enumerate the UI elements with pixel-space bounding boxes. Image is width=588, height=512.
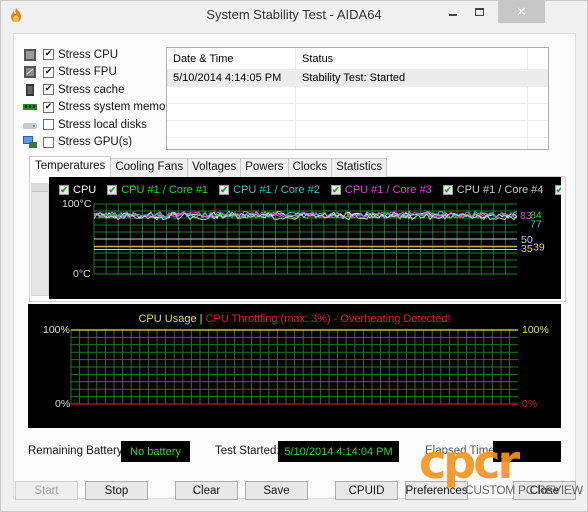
- cpuid-button[interactable]: CPUID: [335, 481, 398, 500]
- empty-row: [167, 87, 548, 104]
- stress-memory-label: Stress system memory: [58, 101, 175, 114]
- stress-fpu-checkbox[interactable]: ✔: [43, 66, 54, 78]
- close-icon: ✕: [516, 4, 527, 20]
- cpu-usage-chart: CPU Usage | CPU Throttling (max: 3%) - O…: [28, 304, 561, 428]
- maximize-icon: [474, 8, 484, 16]
- tab-cooling-fans[interactable]: Cooling Fans: [110, 158, 189, 177]
- close-button[interactable]: Close: [513, 481, 576, 500]
- temperature-chart: ✔ CPU ✔ CPU #1 / Core #1 ✔ CPU #1 / Core…: [49, 177, 561, 299]
- preferences-button[interactable]: Preferences: [405, 481, 468, 500]
- stress-cache-checkbox[interactable]: ✔: [43, 84, 54, 96]
- battery-label: Remaining Battery:: [28, 445, 126, 457]
- stress-memory-option[interactable]: ✔ Stress system memory: [23, 99, 175, 117]
- stress-gpu-option[interactable]: Stress GPU(s): [23, 134, 168, 152]
- disk-drive-icon: [23, 122, 37, 129]
- stress-disks-label: Stress local disks: [58, 118, 147, 131]
- test-started-value: 5/10/2014 4:14:04 PM: [278, 441, 399, 462]
- clear-button[interactable]: Clear: [175, 481, 238, 500]
- tab-powers[interactable]: Powers: [240, 158, 289, 177]
- close-window-button[interactable]: ✕: [498, 1, 545, 23]
- empty-row: [167, 138, 548, 149]
- tab-temperatures[interactable]: Temperatures: [29, 156, 112, 177]
- value-label: 39: [533, 242, 545, 254]
- tab-voltages[interactable]: Voltages: [187, 158, 242, 177]
- temperature-plot: 8384775035 39: [93, 203, 545, 275]
- stress-fpu-label: Stress FPU: [58, 66, 117, 79]
- elapsed-time-value: [493, 441, 561, 462]
- save-button[interactable]: Save: [245, 481, 308, 500]
- stress-cpu-label: Stress CPU: [58, 48, 119, 61]
- row-status: Stability Test: Started: [296, 70, 528, 86]
- tab-statistics[interactable]: Statistics: [331, 158, 388, 177]
- column-header-status[interactable]: Status: [296, 48, 528, 69]
- stress-gpu-checkbox[interactable]: [43, 136, 54, 148]
- stress-options: ✔ Stress CPU ✔ Stress FPU ✔ Stress cache…: [23, 46, 175, 152]
- scrollbar-thumb[interactable]: [32, 184, 48, 192]
- test-started-label: Test Started:: [215, 445, 280, 457]
- fpu-chip-icon: [24, 66, 36, 79]
- value-label: 35: [521, 243, 533, 255]
- memory-module-icon: [23, 104, 37, 111]
- maximize-button[interactable]: [466, 1, 492, 23]
- elapsed-time-label: Elapsed Time:: [425, 445, 498, 457]
- stress-cpu-option[interactable]: ✔ Stress CPU: [23, 46, 168, 64]
- value-label: 77: [530, 218, 542, 230]
- event-log-table[interactable]: Date & Time Status 5/10/2014 4:14:05 PM …: [166, 47, 549, 150]
- title-bar[interactable]: System Stability Test - AIDA64 ✕: [1, 1, 587, 31]
- sensor-tabs: Temperatures Cooling Fans Voltages Power…: [29, 156, 388, 177]
- stress-memory-checkbox[interactable]: ✔: [43, 101, 54, 113]
- stress-gpu-label: Stress GPU(s): [58, 136, 133, 149]
- stress-disks-option[interactable]: Stress local disks: [23, 116, 168, 134]
- row-datetime: 5/10/2014 4:14:05 PM: [167, 70, 296, 86]
- minimize-icon: [449, 14, 457, 16]
- aida64-window: System Stability Test - AIDA64 ✕ ✔ Stres…: [0, 0, 588, 512]
- stress-fpu-option[interactable]: ✔ Stress FPU: [23, 64, 168, 82]
- stress-cache-label: Stress cache: [58, 83, 125, 96]
- cache-chip-icon: [26, 83, 34, 96]
- gpu-monitor-icon: [23, 136, 37, 149]
- column-header-datetime[interactable]: Date & Time: [167, 48, 296, 69]
- empty-row: [167, 104, 548, 121]
- minimize-button[interactable]: [440, 1, 466, 23]
- usage-plot: [70, 329, 518, 405]
- cpu-chip-icon: [24, 48, 36, 61]
- sensor-list-scrollbar[interactable]: [31, 183, 49, 296]
- table-header: Date & Time Status: [167, 48, 548, 70]
- battery-value: No battery: [121, 441, 190, 462]
- stress-cpu-checkbox[interactable]: ✔: [43, 49, 54, 61]
- start-button[interactable]: Start: [15, 481, 78, 500]
- tab-clocks[interactable]: Clocks: [287, 158, 333, 177]
- stop-button[interactable]: Stop: [85, 481, 148, 500]
- stress-disks-checkbox[interactable]: [43, 119, 54, 131]
- empty-row: [167, 121, 548, 138]
- stress-cache-option[interactable]: ✔ Stress cache: [23, 81, 168, 99]
- table-row[interactable]: 5/10/2014 4:14:05 PM Stability Test: Sta…: [167, 70, 548, 87]
